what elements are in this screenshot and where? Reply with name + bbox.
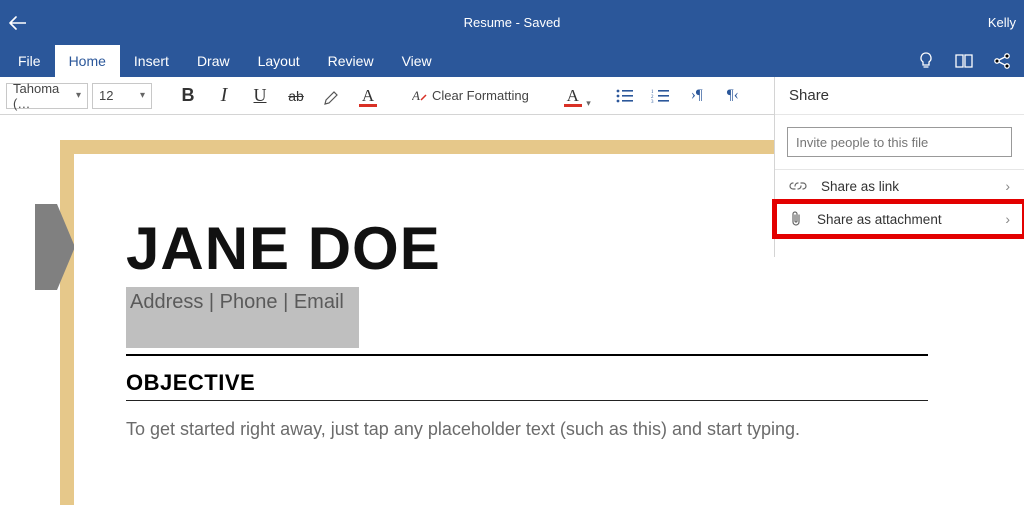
font-size-dropdown[interactable]: 12 ▾ — [92, 83, 152, 109]
clear-formatting-label: Clear Formatting — [432, 88, 529, 103]
font-size-value: 12 — [99, 88, 113, 103]
highlight-button[interactable] — [316, 81, 348, 111]
font-color-button-2[interactable]: A ▾ — [557, 81, 589, 111]
font-color-letter: A — [567, 86, 579, 106]
strikethrough-button[interactable]: ab — [280, 81, 312, 111]
bullet-list-icon — [615, 88, 635, 104]
svg-text:3: 3 — [651, 100, 654, 104]
font-color-bar — [359, 104, 377, 107]
document-title: Resume - Saved — [88, 15, 936, 30]
svg-text:A: A — [412, 88, 420, 103]
eraser-icon: A — [412, 88, 428, 104]
decrease-indent-button[interactable]: ¶‹ — [717, 81, 749, 111]
chevron-down-icon: ▾ — [76, 90, 81, 101]
paperclip-icon — [789, 210, 803, 228]
name-arrow-shape — [35, 204, 75, 290]
ribbon-tabs: File Home Insert Draw Layout Review View — [0, 45, 1024, 77]
bulleted-list-button[interactable] — [609, 81, 641, 111]
back-arrow-icon[interactable] — [8, 16, 26, 30]
share-panel-title: Share — [775, 77, 1024, 115]
objective-placeholder-text[interactable]: To get started right away, just tap any … — [126, 419, 928, 440]
share-as-link-item[interactable]: Share as link › — [775, 170, 1024, 202]
font-color-bar — [564, 104, 582, 107]
share-icon[interactable] — [992, 51, 1012, 71]
chevron-right-icon: › — [1005, 178, 1010, 194]
font-name-value: Tahoma (… — [13, 81, 76, 111]
numbered-list-icon: 1 2 3 — [651, 88, 671, 104]
invite-people-input[interactable] — [787, 127, 1012, 157]
thin-divider — [126, 400, 928, 401]
font-name-dropdown[interactable]: Tahoma (… ▾ — [6, 83, 88, 109]
chevron-down-icon: ▾ — [586, 98, 591, 109]
font-color-button[interactable]: A — [352, 81, 384, 111]
lightbulb-icon[interactable] — [916, 51, 936, 71]
tab-review[interactable]: Review — [314, 45, 388, 77]
share-panel: Share Share as link › Share as attachmen… — [774, 77, 1024, 257]
tab-view[interactable]: View — [388, 45, 446, 77]
reading-view-icon[interactable] — [954, 51, 974, 71]
thick-divider — [126, 354, 928, 356]
tab-home[interactable]: Home — [55, 45, 120, 77]
bold-button[interactable]: B — [172, 81, 204, 111]
underline-button[interactable]: U — [244, 81, 276, 111]
share-as-attachment-label: Share as attachment — [817, 212, 942, 227]
title-bar: Resume - Saved Kelly — [0, 0, 1024, 45]
tab-layout[interactable]: Layout — [244, 45, 314, 77]
pilcrow-out-icon: ¶‹ — [727, 87, 739, 104]
chevron-right-icon: › — [1005, 211, 1010, 227]
tab-file[interactable]: File — [4, 45, 55, 77]
share-as-attachment-item[interactable]: Share as attachment › — [775, 202, 1024, 236]
clear-formatting-button[interactable]: A Clear Formatting — [404, 81, 537, 111]
highlighter-icon — [322, 86, 342, 106]
numbered-list-button[interactable]: 1 2 3 — [645, 81, 677, 111]
pilcrow-in-icon: ›¶ — [691, 87, 703, 104]
share-as-link-label: Share as link — [821, 179, 899, 194]
chevron-down-icon: ▾ — [140, 90, 145, 101]
user-name[interactable]: Kelly — [936, 15, 1016, 30]
italic-button[interactable]: I — [208, 81, 240, 111]
link-icon — [789, 179, 807, 193]
increase-indent-button[interactable]: ›¶ — [681, 81, 713, 111]
objective-heading[interactable]: OBJECTIVE — [126, 370, 928, 396]
contact-placeholder[interactable]: Address | Phone | Email — [126, 287, 359, 348]
font-color-letter: A — [362, 86, 374, 106]
tab-insert[interactable]: Insert — [120, 45, 183, 77]
tab-draw[interactable]: Draw — [183, 45, 244, 77]
